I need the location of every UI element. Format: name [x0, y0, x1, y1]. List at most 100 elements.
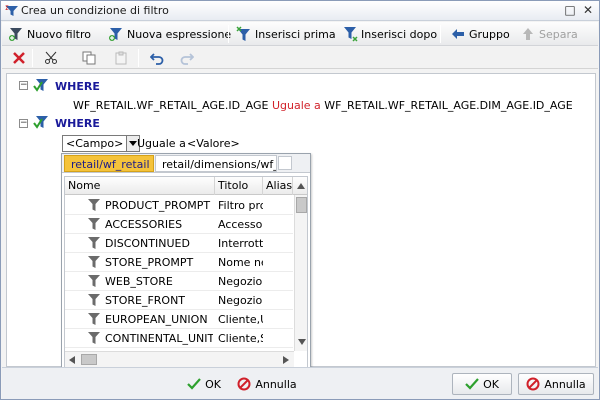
new-expression-icon [109, 28, 122, 41]
popup-cancel-button[interactable]: Annulla [234, 373, 300, 395]
field-title: Negozio a [218, 294, 263, 307]
ok-button[interactable]: OK [452, 373, 512, 395]
insert-before-label: Inserisci prima [255, 27, 336, 41]
field-title: Filtro pro [218, 199, 263, 212]
table-row[interactable]: EUROPEAN_UNION Cliente,U [65, 310, 293, 329]
separate-label: Separa [539, 27, 578, 41]
table-row[interactable]: WEB_STORE Negozio w [65, 272, 293, 291]
condition-right: WF_RETAIL.WF_RETAIL_AGE.DIM_AGE.ID_AGE [324, 99, 573, 112]
filter-condition[interactable]: WF_RETAIL.WF_RETAIL_AGE.ID_AGE Uguale a … [73, 99, 573, 112]
insert-before-icon [236, 26, 250, 41]
ok-label: OK [483, 377, 499, 391]
field-filter-icon [88, 256, 100, 268]
cancel-icon [526, 377, 540, 391]
field-filter-icon [88, 332, 100, 344]
separate-button[interactable]: Separa [520, 25, 578, 43]
title-bar: Σ Crea un condizione di filtro □ ✕ [1, 1, 599, 21]
field-filter-icon [88, 218, 100, 230]
field-title: Interrotto [218, 237, 263, 250]
group-label: Gruppo [469, 27, 510, 41]
dialog-footer: OK Annulla OK Annulla [2, 367, 598, 399]
new-filter-button[interactable]: Nuovo filtro [8, 25, 91, 43]
undo-icon [150, 53, 164, 65]
scroll-right-icon[interactable] [283, 356, 289, 364]
delete-icon [13, 52, 25, 64]
toolbar-separator [138, 49, 139, 67]
value-placeholder[interactable]: <Valore> [187, 137, 240, 150]
check-icon [465, 378, 479, 390]
popup-ok-button[interactable]: OK [182, 373, 226, 395]
column-header-nome[interactable]: Nome [65, 177, 215, 195]
popup-cancel-label: Annulla [255, 377, 297, 391]
group-icon [452, 29, 464, 39]
collapse-toggle[interactable]: − [19, 81, 28, 90]
field-title: Cliente,S [218, 332, 263, 345]
close-button[interactable]: ✕ [581, 3, 595, 17]
undo-button[interactable] [148, 49, 166, 67]
field-title: Accessori [218, 218, 263, 231]
table-row[interactable]: DISCONTINUED Interrotto [65, 234, 293, 253]
scroll-down-icon[interactable] [298, 339, 306, 345]
redo-button[interactable] [178, 49, 196, 67]
insert-after-label: Inserisci dopo [361, 27, 438, 41]
field-picker-popup: retail/wf_retail retail/dimensions/wf_re… [61, 153, 311, 369]
popup-ok-label: OK [205, 377, 221, 391]
filter-check-icon [33, 79, 48, 92]
vertical-scrollbar[interactable] [294, 195, 307, 351]
cancel-icon [237, 377, 251, 391]
cancel-button[interactable]: Annulla [518, 373, 594, 395]
cancel-label: Annulla [544, 377, 586, 391]
field-dropdown[interactable]: <Campo> [62, 135, 141, 152]
window-title: Crea un condizione di filtro [21, 4, 169, 17]
restore-button[interactable]: □ [563, 3, 577, 17]
insert-after-button[interactable]: Inserisci dopo [342, 25, 437, 43]
separate-icon [523, 28, 533, 40]
paste-button[interactable] [112, 49, 130, 67]
toolbar-separator [32, 49, 33, 67]
field-title: Nome neg [218, 256, 263, 269]
paste-icon [115, 51, 127, 65]
field-filter-icon [88, 237, 100, 249]
filter-app-icon: Σ [5, 5, 18, 16]
field-filter-icon [88, 199, 100, 211]
column-header-alias[interactable]: Alias [263, 177, 293, 195]
insert-before-button[interactable]: Inserisci prima [236, 25, 336, 43]
condition-operator[interactable]: Uguale a [137, 137, 186, 150]
group-button[interactable]: Gruppo [450, 25, 510, 43]
table-row[interactable]: ACCESSORIES Accessori [65, 215, 293, 234]
table-row[interactable]: STORE_FRONT Negozio a [65, 291, 293, 310]
where-label: WHERE [55, 80, 100, 93]
scroll-left-icon[interactable] [69, 356, 75, 364]
field-picker-tabs: retail/wf_retail retail/dimensions/wf_re [62, 154, 310, 173]
condition-operator[interactable]: Uguale a [272, 99, 321, 112]
copy-button[interactable] [80, 49, 98, 67]
field-name: ACCESSORIES [105, 218, 183, 231]
field-filter-icon [88, 313, 100, 325]
field-name: STORE_FRONT [105, 294, 186, 307]
field-name: STORE_PROMPT [105, 256, 194, 269]
field-title: Negozio w [218, 275, 263, 288]
table-row[interactable]: STORE_PROMPT Nome neg [65, 253, 293, 272]
field-name: PRODUCT_PROMPT [105, 199, 211, 212]
table-row[interactable]: PRODUCT_PROMPT Filtro pro [65, 196, 293, 215]
tab-wf-retail[interactable]: retail/wf_retail [64, 155, 154, 172]
cut-icon [45, 51, 57, 64]
horizontal-scrollbar[interactable] [65, 351, 294, 367]
main-toolbar: Nuovo filtro Nuova espressione Inserisci… [2, 22, 598, 46]
check-icon [187, 378, 201, 390]
tab-dimensions[interactable]: retail/dimensions/wf_re [155, 155, 277, 172]
new-expression-button[interactable]: Nuova espressione [108, 25, 231, 43]
scroll-up-icon[interactable] [297, 183, 305, 189]
cut-button[interactable] [42, 49, 60, 67]
field-name: EUROPEAN_UNION [105, 313, 208, 326]
hscroll-thumb[interactable] [81, 354, 97, 365]
filter-check-icon [33, 116, 48, 129]
field-name: CONTINENTAL_UNITE [105, 332, 213, 345]
tab-scroll-button[interactable] [278, 156, 292, 170]
scroll-thumb[interactable] [296, 197, 307, 213]
collapse-toggle[interactable]: − [19, 119, 28, 128]
delete-button[interactable] [10, 49, 28, 67]
column-header-titolo[interactable]: Titolo [215, 177, 263, 195]
toolbar-separator [228, 25, 229, 43]
table-row[interactable]: CONTINENTAL_UNITE Cliente,S [65, 329, 293, 348]
